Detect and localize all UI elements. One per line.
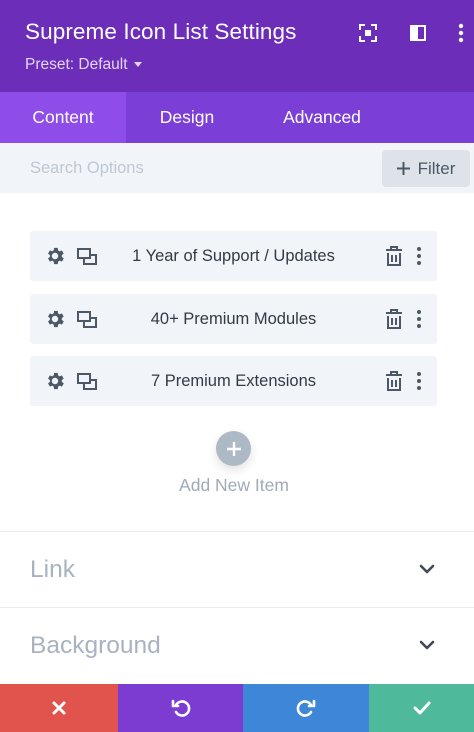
tab-advanced[interactable]: Advanced	[248, 92, 396, 143]
chevron-down-icon	[419, 564, 435, 574]
list-item-label: 1 Year of Support / Updates	[132, 246, 335, 265]
list-item-label: 40+ Premium Modules	[150, 309, 317, 328]
list-item[interactable]: 1 Year of Support / Updates	[30, 231, 437, 281]
trash-icon[interactable]	[384, 370, 404, 392]
tab-content[interactable]: Content	[0, 92, 126, 143]
list-item-label: 7 Premium Extensions	[150, 371, 317, 390]
more-icon[interactable]	[412, 245, 426, 267]
search-input[interactable]	[0, 143, 380, 193]
fullscreen-icon[interactable]	[355, 20, 381, 46]
tab-design[interactable]: Design	[126, 92, 248, 143]
add-item-label[interactable]: Add New Item	[0, 475, 468, 496]
chevron-down-icon	[419, 640, 435, 650]
add-item-button[interactable]	[216, 431, 251, 466]
list-item[interactable]: 40+ Premium Modules	[30, 294, 437, 344]
search-bar: Filter	[0, 143, 474, 193]
undo-icon	[171, 699, 190, 717]
discard-button[interactable]	[0, 684, 118, 732]
trash-icon[interactable]	[384, 245, 404, 267]
plus-icon	[226, 441, 241, 456]
more-icon[interactable]	[412, 370, 426, 392]
duplicate-icon[interactable]	[76, 309, 98, 331]
redo-button[interactable]	[243, 684, 369, 732]
settings-header: Supreme Icon List Settings Preset: Defau…	[0, 0, 474, 92]
duplicate-icon[interactable]	[76, 246, 98, 268]
filter-label: Filter	[417, 158, 456, 178]
more-icon[interactable]	[448, 20, 474, 46]
sidebar-toggle-icon[interactable]	[405, 20, 431, 46]
preset-label: Preset: Default	[25, 56, 128, 73]
gear-icon[interactable]	[44, 370, 66, 392]
plus-icon	[396, 162, 410, 175]
preset-selector[interactable]: Preset: Default	[25, 56, 142, 74]
trash-icon[interactable]	[384, 308, 404, 330]
duplicate-icon[interactable]	[76, 371, 98, 393]
check-icon	[413, 701, 430, 715]
section-title: Background	[30, 632, 161, 659]
redo-icon	[296, 699, 316, 717]
footer-actions	[0, 684, 474, 732]
gear-icon[interactable]	[44, 245, 66, 267]
close-icon	[52, 701, 66, 715]
more-icon[interactable]	[412, 308, 426, 330]
section-title: Link	[30, 556, 75, 583]
section-background[interactable]: Background	[0, 607, 474, 683]
filter-button[interactable]: Filter	[382, 150, 470, 187]
list-item[interactable]: 7 Premium Extensions	[30, 356, 437, 406]
settings-tabs: Content Design Advanced	[0, 92, 474, 143]
undo-button[interactable]	[118, 684, 243, 732]
gear-icon[interactable]	[44, 308, 66, 330]
save-button[interactable]	[369, 684, 474, 732]
caret-down-icon	[133, 62, 142, 68]
section-link[interactable]: Link	[0, 531, 474, 607]
modal-title: Supreme Icon List Settings	[25, 19, 297, 44]
